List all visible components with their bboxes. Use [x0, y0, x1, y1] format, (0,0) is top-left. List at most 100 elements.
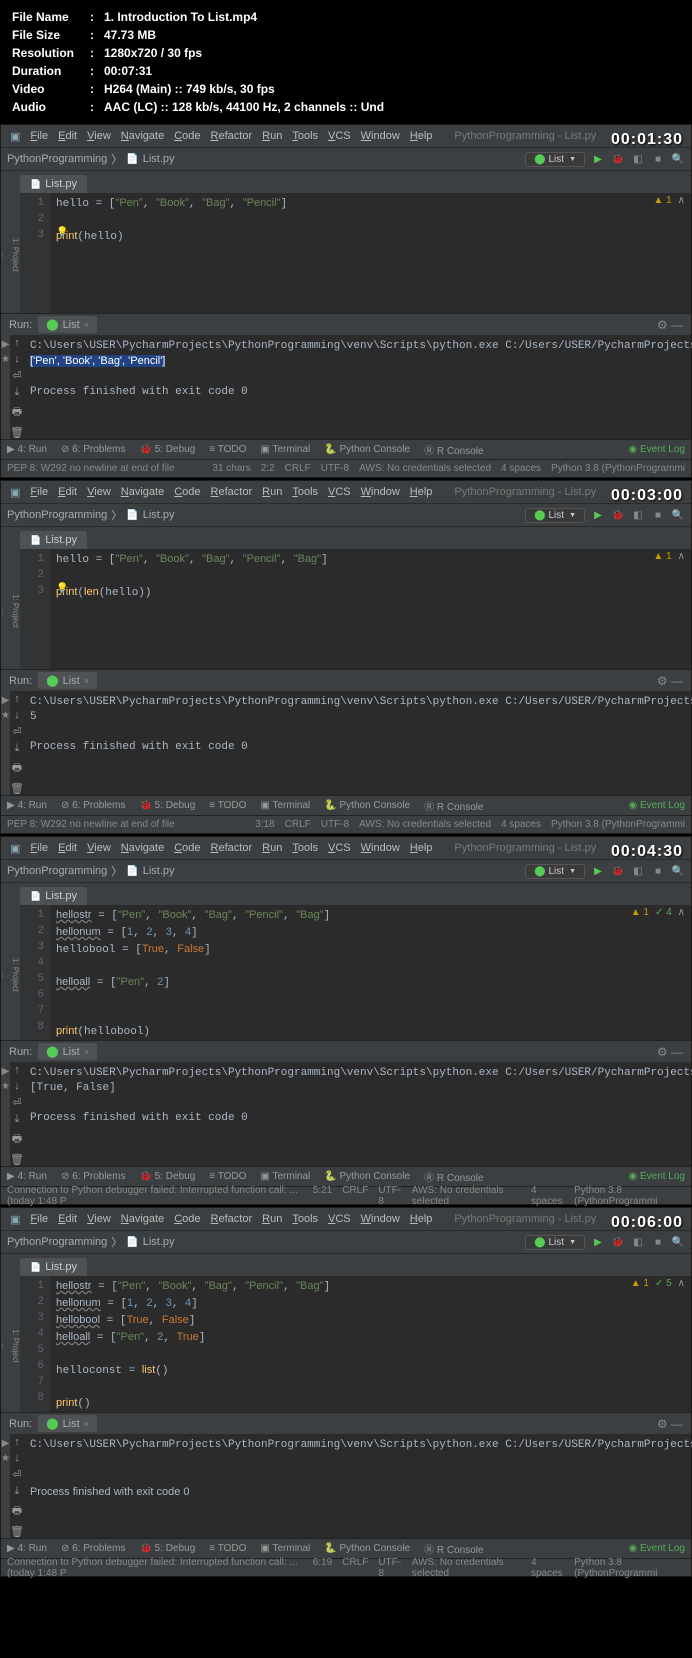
- tool-todo[interactable]: ≡ TODO: [209, 800, 246, 811]
- stop-button[interactable]: ■: [651, 864, 665, 878]
- inspection-icon[interactable]: ∧: [678, 1278, 685, 1289]
- favorite-icon[interactable]: ★: [1, 710, 10, 721]
- wrap-icon[interactable]: ⏎: [12, 369, 21, 382]
- inspection-icon[interactable]: ∧: [678, 195, 685, 206]
- left-gutter[interactable]: 1: Project...7: Structure: [1, 1276, 20, 1412]
- left-gutter[interactable]: 1: Project...7: Structure: [1, 193, 20, 313]
- stop-button[interactable]: ■: [651, 1235, 665, 1249]
- run-config-selector[interactable]: ⬤ List: [525, 864, 585, 879]
- left-gutter[interactable]: 1: Project...7: Structure: [1, 549, 20, 669]
- menu-code[interactable]: Code: [169, 1213, 205, 1225]
- run-config-selector[interactable]: ⬤ List: [525, 1235, 585, 1250]
- menu-run[interactable]: Run: [257, 1213, 287, 1225]
- trash-icon[interactable]: 🗑: [10, 1525, 24, 1538]
- coverage-button[interactable]: ◧: [631, 1235, 645, 1249]
- inspection-icon[interactable]: ∧: [678, 551, 685, 562]
- menu-tools[interactable]: Tools: [287, 486, 323, 498]
- trash-icon[interactable]: 🗑: [10, 426, 24, 439]
- code-area[interactable]: hello = ["Pen", "Book", "Bag", "Pencil"]…: [20, 193, 691, 313]
- console-output[interactable]: C:\Users\USER\PycharmProjects\PythonProg…: [24, 1062, 692, 1166]
- rerun-icon[interactable]: ▶: [2, 1438, 10, 1449]
- tool-problems[interactable]: ⊘ 6: Problems: [61, 1543, 126, 1554]
- breadcrumb-project[interactable]: PythonProgramming: [7, 865, 107, 877]
- breadcrumb-file[interactable]: List.py: [143, 153, 175, 165]
- menu-edit[interactable]: Edit: [53, 130, 82, 142]
- menu-help[interactable]: Help: [405, 1213, 438, 1225]
- up-icon[interactable]: ↑: [14, 693, 20, 705]
- tool-todo[interactable]: ≡ TODO: [209, 1543, 246, 1554]
- editor[interactable]: 123 💡 ▲ 1 ∧ hello = ["Pen", "Book", "Bag…: [20, 193, 691, 313]
- tool-run[interactable]: ▶ 4: Run: [7, 800, 47, 811]
- tab-list-py[interactable]: 📄List.py: [20, 175, 87, 193]
- run-button[interactable]: ▶: [591, 508, 605, 522]
- editor[interactable]: 12345678 ▲ 1✓ 5 ∧ hellostr = ["Pen", "Bo…: [20, 1276, 691, 1412]
- menu-tools[interactable]: Tools: [287, 842, 323, 854]
- tool-todo[interactable]: ≡ TODO: [209, 444, 246, 455]
- menu-refactor[interactable]: Refactor: [206, 842, 258, 854]
- wrap-icon[interactable]: ⏎: [12, 1096, 21, 1109]
- menu-help[interactable]: Help: [405, 486, 438, 498]
- tool-terminal[interactable]: ▣ Terminal: [260, 800, 310, 811]
- tool-problems[interactable]: ⊘ 6: Problems: [61, 444, 126, 455]
- search-icon[interactable]: 🔍: [671, 864, 685, 878]
- print-icon[interactable]: 🖶: [12, 403, 22, 422]
- menu-window[interactable]: Window: [356, 842, 405, 854]
- console-output[interactable]: C:\Users\USER\PycharmProjects\PythonProg…: [24, 1434, 692, 1538]
- breadcrumb-project[interactable]: PythonProgramming: [7, 509, 107, 521]
- print-icon[interactable]: 🖶: [12, 1502, 22, 1521]
- up-icon[interactable]: ↑: [14, 1436, 20, 1448]
- coverage-button[interactable]: ◧: [631, 508, 645, 522]
- inspection-widget[interactable]: ▲ 1 ∧: [653, 551, 685, 562]
- tool-run[interactable]: ▶ 4: Run: [7, 444, 47, 455]
- down-icon[interactable]: ↓: [14, 1080, 20, 1092]
- coverage-button[interactable]: ◧: [631, 152, 645, 166]
- tool-python-console[interactable]: 🐍 Python Console: [324, 444, 410, 455]
- run-button[interactable]: ▶: [591, 1235, 605, 1249]
- run-tab[interactable]: ⬤List ×: [38, 672, 97, 689]
- up-icon[interactable]: ↑: [14, 1064, 20, 1076]
- menu-refactor[interactable]: Refactor: [206, 130, 258, 142]
- menu-run[interactable]: Run: [257, 130, 287, 142]
- run-button[interactable]: ▶: [591, 152, 605, 166]
- breadcrumb-project[interactable]: PythonProgramming: [7, 1236, 107, 1248]
- tool-r-console[interactable]: Ⓡ R Console: [424, 798, 483, 813]
- editor[interactable]: 12345678 ▲ 1✓ 4 ∧ hellostr = ["Pen", "Bo…: [20, 905, 691, 1040]
- tool-run[interactable]: ▶ 4: Run: [7, 1171, 47, 1182]
- menu-file[interactable]: File: [25, 1213, 53, 1225]
- favorite-icon[interactable]: ★: [1, 354, 10, 365]
- run-tab[interactable]: ⬤List ×: [38, 316, 97, 333]
- tool-debug[interactable]: 🐞 5: Debug: [139, 1171, 195, 1182]
- menu-view[interactable]: View: [82, 130, 116, 142]
- gear-icon[interactable]: ⚙ —: [657, 1417, 683, 1431]
- menu-view[interactable]: View: [82, 1213, 116, 1225]
- favorite-icon[interactable]: ★: [1, 1453, 10, 1464]
- down-icon[interactable]: ↓: [14, 353, 20, 365]
- menu-vcs[interactable]: VCS: [323, 130, 356, 142]
- tool-debug[interactable]: 🐞 5: Debug: [139, 800, 195, 811]
- up-icon[interactable]: ↑: [14, 337, 20, 349]
- search-icon[interactable]: 🔍: [671, 1235, 685, 1249]
- down-icon[interactable]: ↓: [14, 1452, 20, 1464]
- inspection-widget[interactable]: ▲ 1✓ 5 ∧: [631, 1278, 685, 1289]
- tool-debug[interactable]: 🐞 5: Debug: [139, 1543, 195, 1554]
- menu-vcs[interactable]: VCS: [323, 842, 356, 854]
- favorite-icon[interactable]: ★: [1, 1081, 10, 1092]
- menu-code[interactable]: Code: [169, 486, 205, 498]
- breadcrumb-file[interactable]: List.py: [143, 509, 175, 521]
- menu-navigate[interactable]: Navigate: [116, 130, 169, 142]
- run-config-selector[interactable]: ⬤ List: [525, 508, 585, 523]
- tool-r-console[interactable]: Ⓡ R Console: [424, 1541, 483, 1556]
- menu-vcs[interactable]: VCS: [323, 486, 356, 498]
- wrap-icon[interactable]: ⏎: [12, 1468, 21, 1481]
- menu-window[interactable]: Window: [356, 1213, 405, 1225]
- menu-navigate[interactable]: Navigate: [116, 842, 169, 854]
- tab-list-py[interactable]: 📄List.py: [20, 1258, 87, 1276]
- tool-terminal[interactable]: ▣ Terminal: [260, 1543, 310, 1554]
- gear-icon[interactable]: ⚙ —: [657, 1045, 683, 1059]
- code-area[interactable]: hello = ["Pen", "Book", "Bag", "Pencil",…: [20, 549, 691, 669]
- debug-button[interactable]: 🐞: [611, 508, 625, 522]
- menu-window[interactable]: Window: [356, 486, 405, 498]
- scroll-icon[interactable]: ⤓: [15, 1485, 20, 1498]
- inspection-icon[interactable]: ∧: [678, 907, 685, 918]
- search-icon[interactable]: 🔍: [671, 152, 685, 166]
